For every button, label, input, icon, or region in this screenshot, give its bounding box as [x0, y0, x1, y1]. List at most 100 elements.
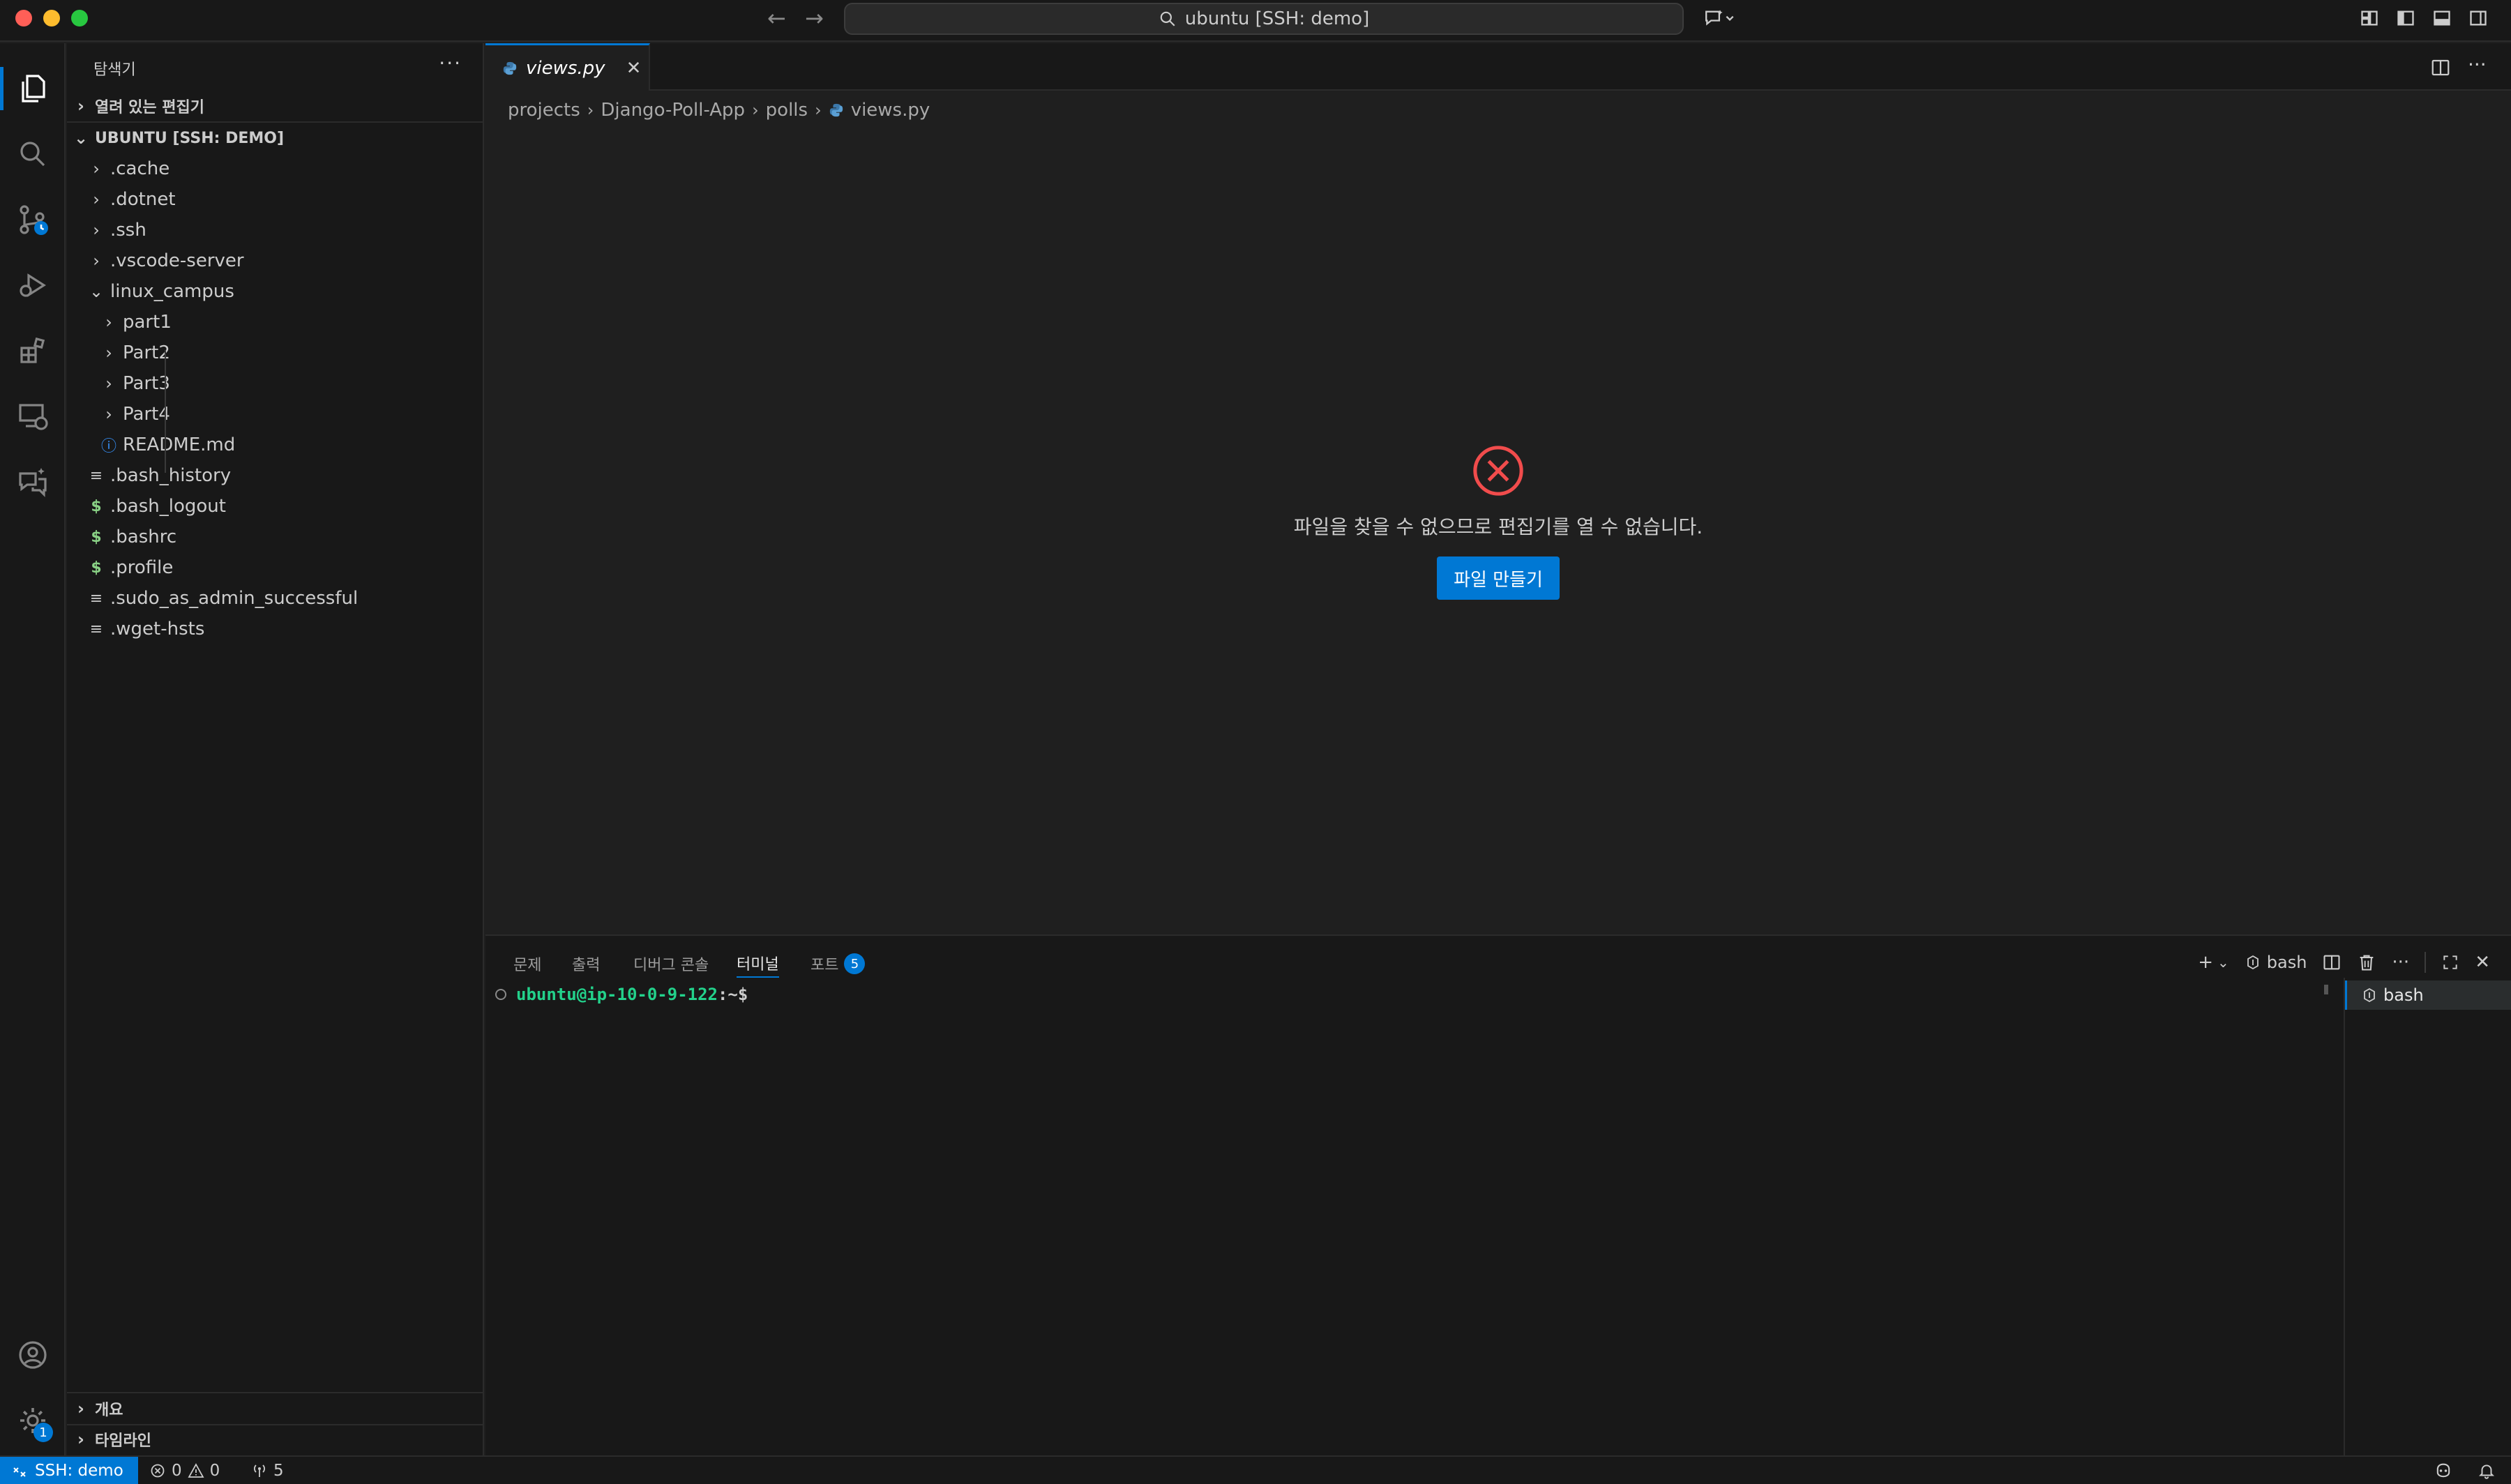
tree-item-label: .sudo_as_admin_successful — [110, 588, 359, 609]
tab-views-py[interactable]: views.py ✕ — [485, 43, 650, 91]
timeline-label: 타임라인 — [95, 1432, 151, 1450]
tab-label: 디버그 콘솔 — [633, 957, 709, 974]
tab-ports[interactable]: 포트 5 — [810, 950, 866, 978]
remote-explorer-icon[interactable] — [0, 385, 66, 448]
toggle-secondary-sidebar-icon[interactable] — [2468, 8, 2489, 28]
copilot-chat-icon[interactable] — [1699, 8, 1741, 28]
chevron-right-icon: › — [77, 1399, 84, 1418]
tab-terminal[interactable]: 터미널 — [737, 950, 779, 978]
customize-layout-icon[interactable] — [2359, 8, 2380, 28]
tree-item-ssh[interactable]: › .ssh — [67, 215, 483, 245]
error-count: 0 — [172, 1461, 182, 1480]
terminal-prompt[interactable]: ubuntu@ip-10-0-9-122 :~$ — [495, 985, 748, 1004]
editor-area: views.py ✕ ··· projects › Django-Poll-Ap… — [485, 43, 2511, 934]
ports-status[interactable]: 5 — [251, 1457, 284, 1484]
settings-badge: 1 — [33, 1423, 53, 1442]
tree-item-label: .dotnet — [110, 189, 176, 210]
tree-item-label: .cache — [110, 158, 170, 179]
explorer-icon[interactable] — [0, 57, 66, 120]
tree-item-part1[interactable]: › part1 — [67, 307, 483, 338]
sidebar-more-icon[interactable]: ··· — [439, 52, 462, 75]
tree-item-profile[interactable]: $ .profile — [67, 552, 483, 583]
maximize-window-button[interactable] — [71, 10, 88, 26]
tree-item-label: .bash_logout — [110, 496, 226, 517]
command-center-search[interactable]: ubuntu [SSH: demo] — [844, 3, 1684, 35]
open-editors-section[interactable]: › 열려 있는 편집기 — [67, 91, 483, 121]
tree-item-cache[interactable]: › .cache — [67, 153, 483, 184]
chevron-right-icon: › — [93, 190, 100, 209]
chevron-down-icon[interactable]: ⌄ — [2217, 954, 2229, 971]
extensions-icon[interactable] — [0, 319, 66, 382]
copilot-status-icon[interactable] — [2433, 1457, 2454, 1484]
tree-item-wget-hsts[interactable]: ≡ .wget-hsts — [67, 614, 483, 644]
terminal-scrollbar[interactable] — [2324, 985, 2328, 994]
tree-item-bash-logout[interactable]: $ .bash_logout — [67, 491, 483, 522]
close-panel-icon[interactable]: ✕ — [2475, 952, 2490, 973]
source-control-icon[interactable] — [0, 188, 66, 251]
tree-item-label: .bash_history — [110, 465, 232, 486]
tab-label: 문제 — [513, 957, 542, 974]
tab-debug-console[interactable]: 디버그 콘솔 — [633, 950, 709, 978]
tree-item-readme-md[interactable]: ⓘ README.md — [67, 430, 483, 460]
shell-file-icon: $ — [91, 497, 102, 515]
trash-icon[interactable] — [2357, 953, 2376, 972]
error-message: 파일을 찾을 수 없으므로 편집기를 열 수 없습니다. — [1293, 515, 1703, 538]
split-terminal-icon[interactable] — [2322, 953, 2342, 972]
sidebar-title: 탐색기 — [93, 61, 136, 79]
new-terminal-plus-icon[interactable]: + — [2198, 952, 2213, 973]
tree-item-part3[interactable]: › Part3 — [67, 368, 483, 399]
tree-item-label: .bashrc — [110, 527, 177, 547]
problems-status[interactable]: 0 0 — [149, 1457, 220, 1484]
toolbar-divider — [2425, 952, 2427, 973]
close-window-button[interactable] — [15, 10, 32, 26]
panel-more-icon[interactable]: ··· — [2392, 952, 2409, 973]
maximize-panel-icon[interactable] — [2441, 953, 2459, 971]
back-arrow-icon[interactable]: ← — [767, 6, 786, 31]
forward-arrow-icon[interactable]: → — [805, 6, 824, 31]
editor-more-icon[interactable]: ··· — [2468, 53, 2489, 76]
tree-item-label: part1 — [123, 312, 172, 333]
terminal-list-item-bash[interactable]: bash — [2345, 980, 2511, 1010]
chat-icon[interactable] — [0, 450, 66, 513]
tree-item-dotnet[interactable]: › .dotnet — [67, 184, 483, 215]
toggle-panel-icon[interactable] — [2431, 8, 2452, 28]
text-file-icon: ≡ — [89, 467, 103, 485]
chevron-right-icon: › — [77, 96, 84, 116]
warning-count: 0 — [209, 1461, 220, 1480]
terminal-shell-label[interactable]: bash — [2245, 953, 2307, 972]
broadcast-icon — [254, 1464, 265, 1477]
remote-indicator[interactable]: SSH: demo — [0, 1457, 138, 1484]
create-file-button[interactable]: 파일 만들기 — [1437, 556, 1560, 600]
chevron-down-icon: ⌄ — [89, 282, 104, 301]
terminal-shell-icon — [2364, 987, 2375, 1003]
search-view-icon[interactable] — [0, 123, 66, 186]
tree-item-linux-campus[interactable]: ⌄ linux_campus — [67, 276, 483, 307]
account-icon[interactable] — [0, 1324, 66, 1386]
tree-item-bashrc[interactable]: $ .bashrc — [67, 522, 483, 552]
minimize-window-button[interactable] — [43, 10, 60, 26]
manage-gear-icon[interactable]: 1 — [0, 1389, 66, 1452]
workspace-label: UBUNTU [SSH: DEMO] — [95, 129, 285, 147]
split-editor-icon[interactable] — [2430, 57, 2451, 78]
breadcrumb-item[interactable]: views.py — [851, 100, 930, 121]
tree-item-vscode-server[interactable]: › .vscode-server — [67, 245, 483, 276]
breadcrumb-item[interactable]: Django-Poll-App — [601, 100, 745, 121]
tree-item-label: README.md — [123, 434, 236, 455]
tree-item-part2[interactable]: › Part2 — [67, 338, 483, 368]
tab-problems[interactable]: 문제 — [513, 950, 541, 978]
breadcrumb-item[interactable]: polls — [766, 100, 808, 121]
outline-section[interactable]: › 개요 — [67, 1393, 483, 1424]
notifications-bell-icon[interactable] — [2478, 1457, 2496, 1484]
workspace-section[interactable]: ⌄ UBUNTU [SSH: DEMO] — [67, 123, 483, 153]
run-debug-icon[interactable] — [0, 254, 66, 317]
tree-item-part4[interactable]: › Part4 — [67, 399, 483, 430]
tree-item-bash-history[interactable]: ≡ .bash_history — [67, 460, 483, 491]
status-bar: SSH: demo 0 0 5 — [0, 1455, 2511, 1484]
tree-item-sudo-as-admin-successful[interactable]: ≡ .sudo_as_admin_successful — [67, 583, 483, 614]
tab-output[interactable]: 출력 — [572, 950, 600, 978]
breadcrumb-item[interactable]: projects — [508, 100, 580, 121]
toggle-primary-sidebar-icon[interactable] — [2395, 8, 2416, 28]
error-circle-icon — [1473, 446, 1523, 496]
tab-close-icon[interactable]: ✕ — [626, 58, 642, 79]
timeline-section[interactable]: › 타임라인 — [67, 1424, 483, 1455]
